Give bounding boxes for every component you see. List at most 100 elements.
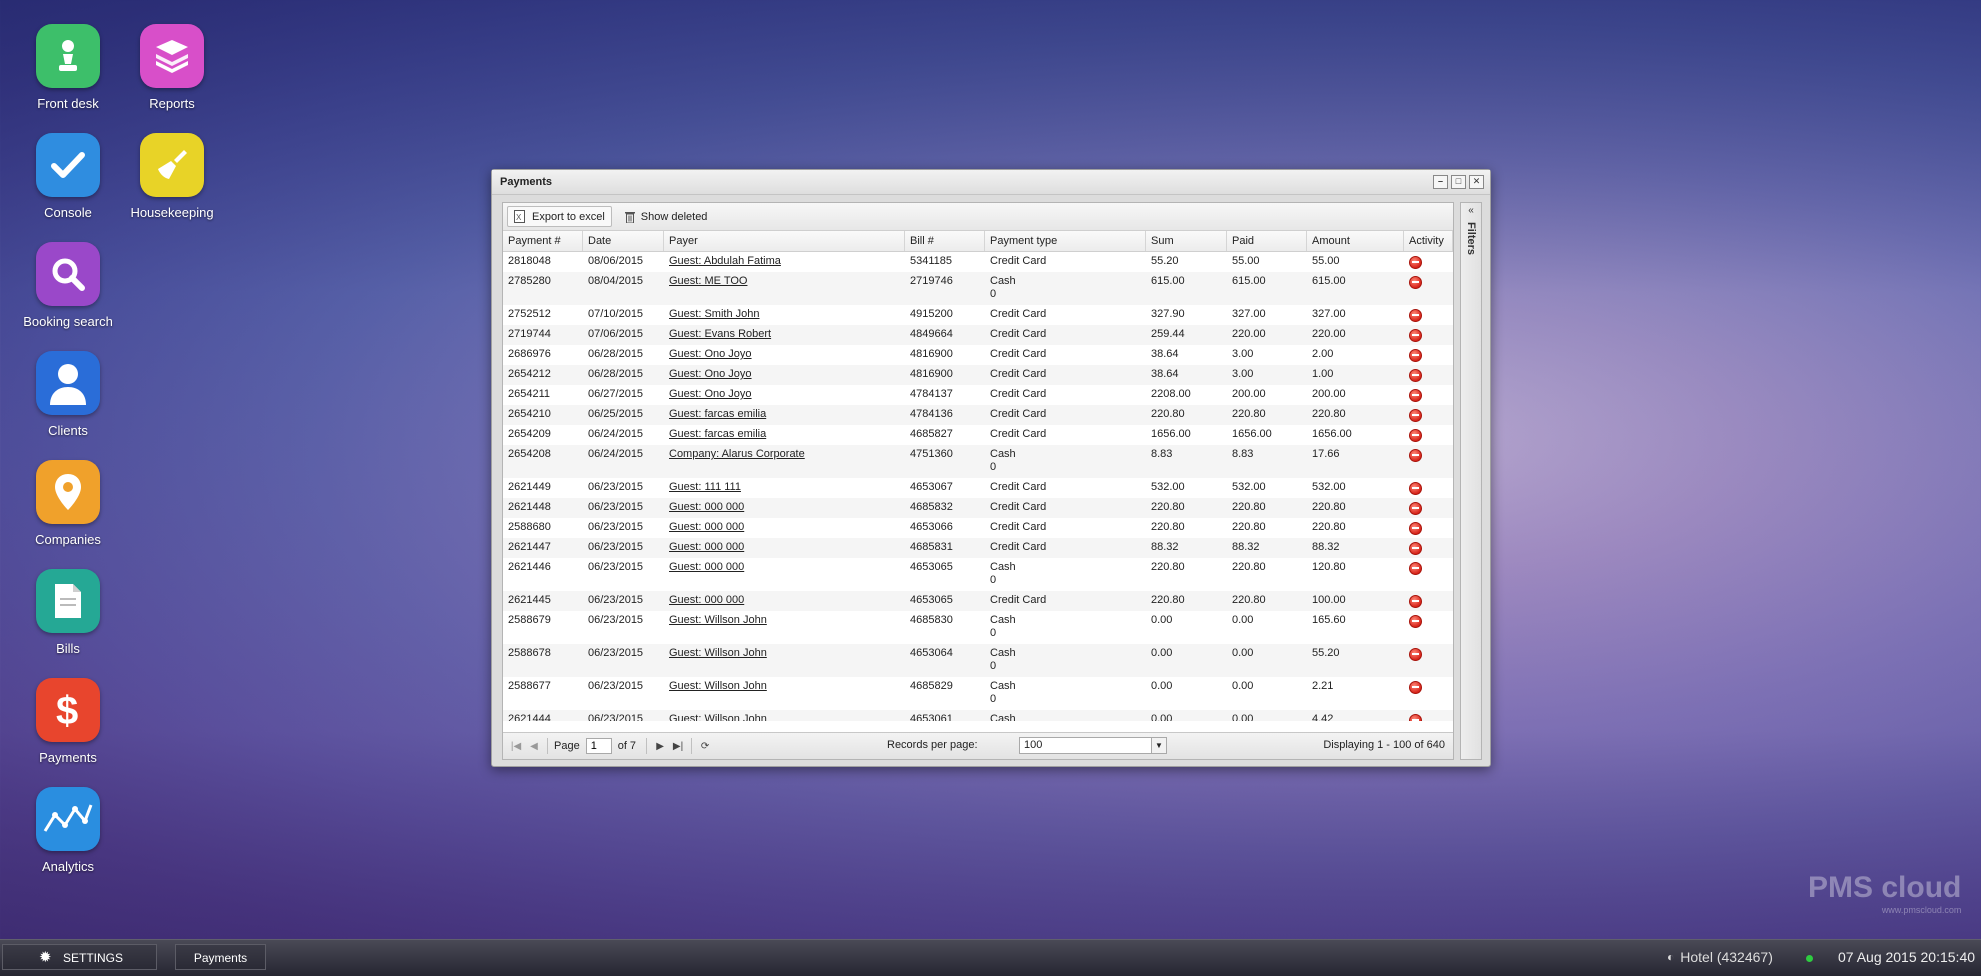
cell-payer[interactable]: Guest: farcas emilia (669, 408, 766, 420)
table-row[interactable]: 2654210 06/25/2015 Guest: farcas emilia 478… (503, 405, 1453, 425)
cell-payer[interactable]: Guest: Smith John (669, 308, 760, 320)
column-header-sum[interactable]: Sum (1146, 231, 1227, 251)
column-header-payer[interactable]: Payer (664, 231, 905, 251)
cell-payer[interactable]: Guest: Willson John (669, 680, 767, 692)
table-row[interactable]: 2785280 08/04/2015 Guest: ME TOO 2719746 Cas… (503, 272, 1453, 305)
column-header-bill[interactable]: Bill # (905, 231, 985, 251)
delete-icon[interactable] (1409, 681, 1422, 694)
cell-payer[interactable]: Guest: Willson John (669, 647, 767, 659)
close-button[interactable]: ✕ (1469, 175, 1484, 189)
cell-payer[interactable]: Company: Alarus Corporate (669, 448, 805, 460)
table-cell: Guest: Willson John (664, 710, 905, 721)
column-header-date[interactable]: Date (583, 231, 664, 251)
window-titlebar[interactable]: Payments – □ ✕ (492, 170, 1490, 195)
cell-payer[interactable]: Guest: Abdulah Fatima (669, 255, 781, 267)
desktop-icon-booking-search[interactable]: Booking search (13, 242, 123, 329)
column-header-activity[interactable]: Activity (1404, 231, 1453, 251)
delete-icon[interactable] (1409, 595, 1422, 608)
last-page-icon[interactable]: ▶| (669, 741, 687, 752)
table-row[interactable]: 2752512 07/10/2015 Guest: Smith John 491520… (503, 305, 1453, 325)
delete-icon[interactable] (1409, 648, 1422, 661)
cell-payer[interactable]: Guest: farcas emilia (669, 428, 766, 440)
cell-payer[interactable]: Guest: 000 000 (669, 561, 744, 573)
desktop-icon-reports[interactable]: Reports (117, 24, 227, 111)
cell-payer[interactable]: Guest: 000 000 (669, 594, 744, 606)
records-per-page-select[interactable]: 100 ▼ (1019, 737, 1167, 754)
delete-icon[interactable] (1409, 522, 1422, 535)
table-row[interactable]: 2818048 08/06/2015 Guest: Abdulah Fatima 53… (503, 252, 1453, 272)
cell-payer[interactable]: Guest: Ono Joyo (669, 348, 752, 360)
cell-payer[interactable]: Guest: ME TOO (669, 275, 747, 287)
export-excel-button[interactable]: X Export to excel (507, 206, 612, 227)
delete-icon[interactable] (1409, 349, 1422, 362)
cell-payer[interactable]: Guest: 000 000 (669, 501, 744, 513)
table-row[interactable]: 2588678 06/23/2015 Guest: Willson John 4653… (503, 644, 1453, 677)
table-row[interactable]: 2621448 06/23/2015 Guest: 000 000 4685832 Cr… (503, 498, 1453, 518)
cell-payer[interactable]: Guest: 000 000 (669, 521, 744, 533)
cell-payer[interactable]: Guest: 000 000 (669, 541, 744, 553)
table-row[interactable]: 2654212 06/28/2015 Guest: Ono Joyo 4816900 C… (503, 365, 1453, 385)
cell-payer[interactable]: Guest: Ono Joyo (669, 388, 752, 400)
table-row[interactable]: 2588679 06/23/2015 Guest: Willson John 4685… (503, 611, 1453, 644)
minimize-button[interactable]: – (1433, 175, 1448, 189)
next-page-icon[interactable]: ▶ (651, 741, 669, 752)
delete-icon[interactable] (1409, 449, 1422, 462)
table-row[interactable]: 2621446 06/23/2015 Guest: 000 000 4653065 Ca… (503, 558, 1453, 591)
settings-button[interactable]: ✹ SETTINGS (2, 944, 157, 970)
first-page-icon[interactable]: |◀ (507, 741, 525, 752)
taskbar-window-payments[interactable]: Payments (175, 944, 266, 970)
grid-body[interactable]: 2818048 08/06/2015 Guest: Abdulah Fatima 53… (503, 252, 1453, 721)
collapse-icon[interactable]: « (1461, 205, 1481, 216)
delete-icon[interactable] (1409, 389, 1422, 402)
table-row[interactable]: 2686976 06/28/2015 Guest: Ono Joyo 4816900 C… (503, 345, 1453, 365)
desktop-icon-console[interactable]: Console (13, 133, 123, 220)
table-row[interactable]: 2621445 06/23/2015 Guest: 000 000 4653065 Cr… (503, 591, 1453, 611)
table-row[interactable]: 2719744 07/06/2015 Guest: Evans Robert 4849… (503, 325, 1453, 345)
hotel-indicator[interactable]: ◐ Hotel (432467) (1667, 949, 1773, 965)
refresh-icon[interactable]: ⟳ (696, 741, 714, 752)
column-header-amount[interactable]: Amount (1307, 231, 1404, 251)
cell-payer[interactable]: Guest: Ono Joyo (669, 368, 752, 380)
table-row[interactable]: 2654208 06/24/2015 Company: Alarus Corpora… (503, 445, 1453, 478)
cell-payer[interactable]: Guest: Willson John (669, 614, 767, 626)
delete-icon[interactable] (1409, 502, 1422, 515)
prev-page-icon[interactable]: ◀ (525, 741, 543, 752)
desktop-icon-companies[interactable]: Companies (13, 460, 123, 547)
maximize-button[interactable]: □ (1451, 175, 1466, 189)
delete-icon[interactable] (1409, 482, 1422, 495)
delete-icon[interactable] (1409, 562, 1422, 575)
table-row[interactable]: 2621444 06/23/2015 Guest: Willson John 4653… (503, 710, 1453, 721)
delete-icon[interactable] (1409, 369, 1422, 382)
desktop-icon-front-desk[interactable]: Front desk (13, 24, 123, 111)
delete-icon[interactable] (1409, 615, 1422, 628)
delete-icon[interactable] (1409, 309, 1422, 322)
table-row[interactable]: 2588677 06/23/2015 Guest: Willson John 4685… (503, 677, 1453, 710)
desktop-icon-payments[interactable]: $ Payments (13, 678, 123, 765)
table-row[interactable]: 2654209 06/24/2015 Guest: farcas emilia 468… (503, 425, 1453, 445)
delete-icon[interactable] (1409, 256, 1422, 269)
chevron-down-icon[interactable]: ▼ (1151, 738, 1166, 753)
delete-icon[interactable] (1409, 429, 1422, 442)
show-deleted-button[interactable]: Show deleted (618, 207, 715, 227)
table-row[interactable]: 2621449 06/23/2015 Guest: 111 111 4653067 Cr… (503, 478, 1453, 498)
desktop-icon-analytics[interactable]: Analytics (13, 787, 123, 874)
table-row[interactable]: 2654211 06/27/2015 Guest: Ono Joyo 4784137 C… (503, 385, 1453, 405)
column-header-paid[interactable]: Paid (1227, 231, 1307, 251)
table-row[interactable]: 2621447 06/23/2015 Guest: 000 000 4685831 Cr… (503, 538, 1453, 558)
column-header-payment[interactable]: Payment # (503, 231, 583, 251)
delete-icon[interactable] (1409, 542, 1422, 555)
delete-icon[interactable] (1409, 714, 1422, 721)
table-row[interactable]: 2588680 06/23/2015 Guest: 000 000 4653066 Cr… (503, 518, 1453, 538)
desktop-icon-clients[interactable]: Clients (13, 351, 123, 438)
delete-icon[interactable] (1409, 409, 1422, 422)
cell-payer[interactable]: Guest: 111 111 (669, 481, 741, 493)
cell-payer[interactable]: Guest: Willson John (669, 713, 767, 721)
column-header-payment-type[interactable]: Payment type (985, 231, 1146, 251)
page-input[interactable] (585, 738, 612, 754)
cell-payer[interactable]: Guest: Evans Robert (669, 328, 771, 340)
delete-icon[interactable] (1409, 329, 1422, 342)
desktop-icon-bills[interactable]: Bills (13, 569, 123, 656)
filters-panel[interactable]: « Filters (1460, 202, 1482, 760)
desktop-icon-housekeeping[interactable]: Housekeeping (117, 133, 227, 220)
delete-icon[interactable] (1409, 276, 1422, 289)
